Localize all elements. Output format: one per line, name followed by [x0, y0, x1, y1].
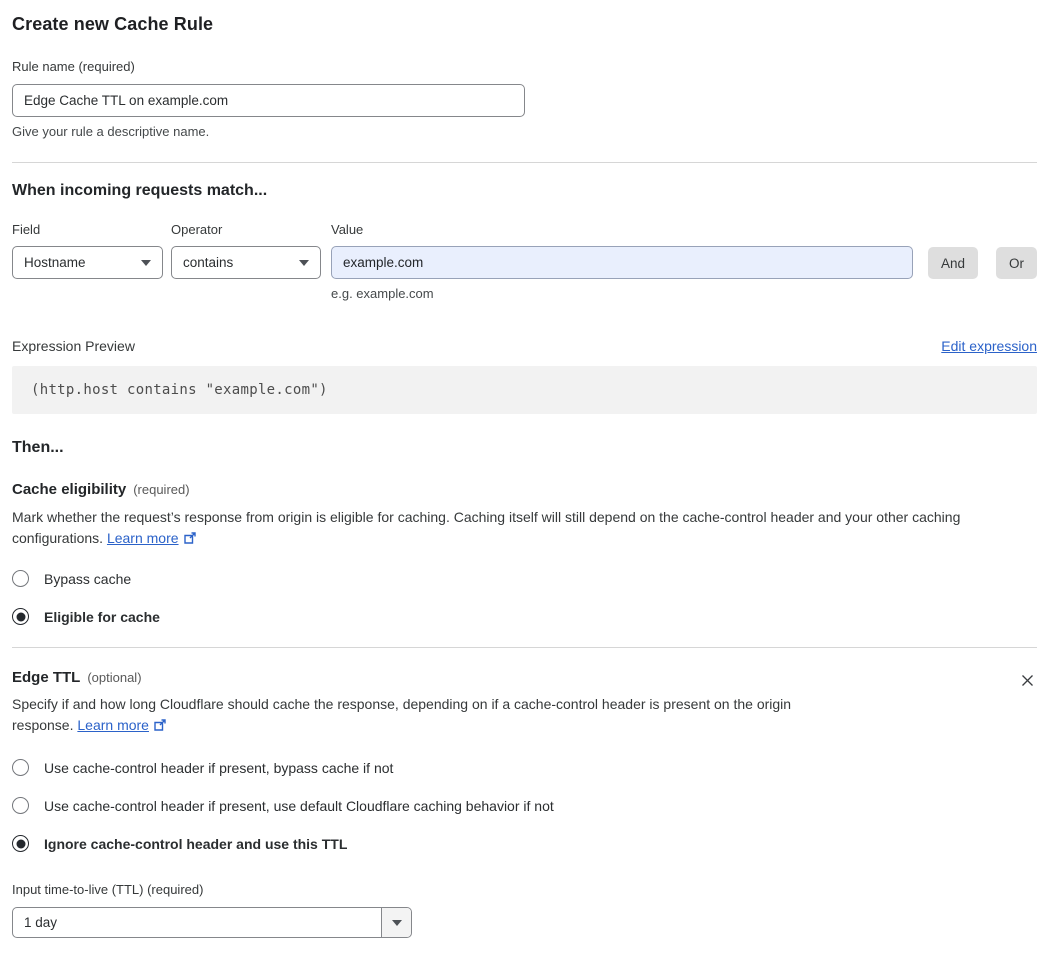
- radio-option-eligible-for-cache[interactable]: Eligible for cache: [12, 608, 1037, 625]
- rule-name-help: Give your rule a descriptive name.: [12, 124, 210, 139]
- create-cache-rule-form: Create new Cache Rule Rule name (require…: [0, 0, 1058, 958]
- radio-unselected-icon[interactable]: [12, 570, 29, 587]
- ttl-select[interactable]: 1 day: [12, 907, 412, 938]
- and-button[interactable]: And: [927, 247, 978, 279]
- page-title: Create new Cache Rule: [12, 14, 214, 34]
- external-link-icon: [153, 719, 167, 735]
- rule-name-input[interactable]: [12, 84, 525, 117]
- cache-eligibility-learn-more-link[interactable]: Learn more: [107, 530, 179, 546]
- field-select[interactable]: Hostname: [12, 246, 163, 279]
- then-heading: Then...: [12, 439, 64, 456]
- external-link-icon: [183, 532, 197, 548]
- cache-eligibility-required-tag: (required): [133, 482, 190, 497]
- radio-unselected-icon[interactable]: [12, 797, 29, 814]
- edge-ttl-optional-tag: (optional): [87, 670, 142, 685]
- close-icon: [1020, 675, 1035, 691]
- ttl-caret-button[interactable]: [381, 908, 411, 937]
- value-input[interactable]: [331, 246, 913, 279]
- ttl-select-value: 1 day: [24, 915, 58, 930]
- divider: [12, 647, 1037, 648]
- expression-preview-label: Expression Preview: [12, 338, 135, 354]
- field-select-value: Hostname: [24, 255, 86, 270]
- radio-unselected-icon[interactable]: [12, 759, 29, 776]
- match-controls-row: Hostname contains e.g. example.com And O…: [12, 246, 1037, 301]
- match-section-heading: When incoming requests match...: [12, 182, 268, 199]
- match-labels-row: Field Operator Value: [12, 222, 1037, 237]
- caret-down-icon: [391, 919, 402, 926]
- radio-selected-icon[interactable]: [12, 608, 29, 625]
- divider: [12, 162, 1037, 163]
- value-help: e.g. example.com: [331, 286, 434, 301]
- radio-option-use-header-default[interactable]: Use cache-control header if present, use…: [12, 797, 1037, 814]
- operator-select[interactable]: contains: [171, 246, 321, 279]
- ttl-label: Input time-to-live (TTL) (required): [12, 882, 204, 897]
- caret-down-icon: [141, 259, 151, 266]
- cache-eligibility-title: Cache eligibility: [12, 481, 127, 498]
- caret-down-icon: [299, 259, 309, 266]
- edit-expression-link[interactable]: Edit expression: [941, 338, 1037, 354]
- radio-selected-icon[interactable]: [12, 835, 29, 852]
- rule-name-label: Rule name (required): [12, 59, 135, 74]
- or-button[interactable]: Or: [996, 247, 1037, 279]
- field-label: Field: [12, 222, 41, 237]
- edge-ttl-learn-more-link[interactable]: Learn more: [77, 717, 149, 733]
- radio-option-use-header-bypass[interactable]: Use cache-control header if present, byp…: [12, 759, 1037, 776]
- operator-label: Operator: [171, 222, 223, 237]
- value-label: Value: [331, 222, 364, 237]
- operator-select-value: contains: [183, 255, 234, 270]
- radio-option-bypass-cache[interactable]: Bypass cache: [12, 570, 1037, 587]
- expression-preview-code: (http.host contains "example.com"): [12, 366, 1037, 414]
- edge-ttl-title: Edge TTL: [12, 669, 81, 686]
- close-edge-ttl-button[interactable]: [1018, 671, 1037, 690]
- radio-option-ignore-header-ttl[interactable]: Ignore cache-control header and use this…: [12, 835, 1037, 852]
